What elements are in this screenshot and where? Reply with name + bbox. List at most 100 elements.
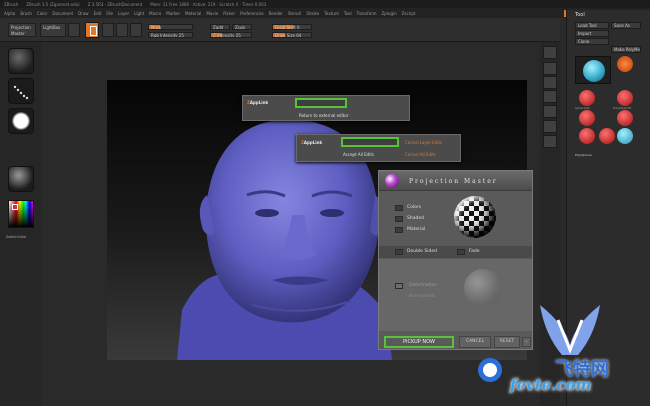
menu-document[interactable]: Document <box>52 11 73 16</box>
rotate-icon[interactable] <box>130 23 142 37</box>
import-button[interactable]: Import <box>575 30 609 37</box>
menu-preferences[interactable]: Preferences <box>240 11 264 16</box>
focal-shift-slider[interactable]: Focal Shift 0 <box>272 24 312 30</box>
title-info-1: ZBrush 3.5 (Zgarenet.edu) <box>26 1 80 7</box>
menu-bar: Alpha Brush Color Document Draw Edit Fil… <box>0 8 650 18</box>
cone3d-icon[interactable] <box>579 128 595 144</box>
save-as-button[interactable]: Save As <box>611 22 641 29</box>
polysphere-icon[interactable] <box>617 128 633 144</box>
sphere3d-icon[interactable] <box>579 90 595 106</box>
scale-view-icon[interactable] <box>543 120 557 133</box>
ring3d-icon[interactable] <box>599 128 615 144</box>
title-bar: ZBrush ZBrush 3.5 (Zgarenet.edu) Z 3.5R3… <box>0 0 650 8</box>
fade-checkbox[interactable] <box>457 249 465 255</box>
draw-mode-button[interactable] <box>85 22 99 38</box>
fade-label: Fade <box>469 249 480 254</box>
current-tool-thumbnail[interactable] <box>575 56 611 84</box>
cylinder3d-icon[interactable] <box>579 110 595 126</box>
menu-texture[interactable]: Texture <box>324 11 339 16</box>
return-external-button[interactable]: Return to external editor <box>299 113 348 118</box>
menu-macro[interactable]: Macro <box>149 11 161 16</box>
double-sided-label: Double Sided <box>407 249 437 254</box>
menu-file[interactable]: File <box>106 11 113 16</box>
menu-render[interactable]: Render <box>269 11 283 16</box>
sphere3d-label: Sphere3D <box>575 106 590 110</box>
draw-size-slider[interactable]: Draw Size 64 <box>272 32 312 38</box>
deformation-label: Deformation <box>409 283 438 288</box>
rgb-intensity-value[interactable]: Rgb Intensity 25 <box>148 32 193 38</box>
menu-movie[interactable]: Movie <box>206 11 218 16</box>
actual-size-icon[interactable] <box>543 76 557 89</box>
move-icon[interactable] <box>102 23 114 37</box>
accept-all-edits-button[interactable]: Accept All Edits <box>343 152 374 157</box>
menu-picker[interactable]: Picker <box>223 11 235 16</box>
external-editor-highlight <box>295 98 347 108</box>
menu-zplugin[interactable]: Zplugin <box>382 11 397 16</box>
projection-master-header: Projection Master <box>379 171 532 191</box>
quick-sketch-icon[interactable] <box>68 23 80 37</box>
cube3d-icon[interactable] <box>617 110 633 126</box>
material-selector-icon[interactable] <box>8 166 34 192</box>
material-label: Material <box>407 227 426 232</box>
frame-icon[interactable] <box>543 90 557 103</box>
rotate-view-icon[interactable] <box>543 135 557 148</box>
deformation-checkbox[interactable] <box>395 283 403 289</box>
clone-button[interactable]: Clone <box>575 38 609 45</box>
title-info-3: Mem: 11 Free 1866 · Active: 219 · Scratc… <box>150 1 267 7</box>
checker-sphere-preview <box>454 196 496 238</box>
menu-alpha[interactable]: Alpha <box>4 11 15 16</box>
menu-material[interactable]: Material <box>185 11 201 16</box>
colors-label: Colors <box>407 205 422 210</box>
switch-color-label[interactable]: SwitchColor <box>6 235 27 239</box>
menu-tool[interactable]: Tool <box>344 11 352 16</box>
current-tool-label: PolySphere <box>575 153 592 157</box>
menu-stencil[interactable]: Stencil <box>288 11 302 16</box>
menu-zscript[interactable]: Zscript <box>402 11 416 16</box>
projection-master-title: Projection Master <box>409 178 498 185</box>
menu-edit[interactable]: Edit <box>94 11 102 16</box>
menu-color[interactable]: Color <box>37 11 47 16</box>
shaded-checkbox[interactable] <box>395 216 403 222</box>
scroll-icon[interactable] <box>543 46 557 59</box>
cancel-all-edits-button[interactable]: Cancel All Edits <box>405 152 436 157</box>
menu-draw[interactable]: Draw <box>78 11 88 16</box>
material-checkbox[interactable] <box>395 227 403 233</box>
menu-stroke[interactable]: Stroke <box>306 11 319 16</box>
top-toolbar: Projection Master LightBox Mrgb Rgb Inte… <box>0 18 560 42</box>
edits-dialog: ZAppLink Cancel Layer Edits Accept All E… <box>296 134 461 162</box>
polymesh3d-label: PolyMesh3D <box>613 106 632 110</box>
zoom-icon[interactable] <box>543 62 557 75</box>
double-sided-checkbox[interactable] <box>395 249 403 255</box>
brush-selector-icon[interactable] <box>8 48 34 74</box>
left-shelf: SwitchColor <box>0 42 42 406</box>
app-name: ZBrush <box>4 1 19 7</box>
simplebrush-icon[interactable] <box>617 56 633 72</box>
secondary-color-swatch[interactable] <box>12 204 18 210</box>
menu-light[interactable]: Light <box>134 11 144 16</box>
watermark-text: fevte.com <box>510 376 592 394</box>
pickup-now-button[interactable]: PICKUP NOW <box>384 336 454 348</box>
menu-marker[interactable]: Marker <box>166 11 180 16</box>
zapplink-logo-2: ZAppLink <box>301 140 323 145</box>
menu-layer[interactable]: Layer <box>118 11 129 16</box>
menu-brush[interactable]: Brush <box>20 11 32 16</box>
menu-transform[interactable]: Transform <box>357 11 377 16</box>
zsub-button[interactable]: Zsub <box>232 24 252 30</box>
scale-icon[interactable] <box>116 23 128 37</box>
polymesh3d-icon[interactable] <box>617 90 633 106</box>
projection-master-logo-icon <box>385 174 399 188</box>
alpha-selector-icon[interactable] <box>8 108 34 134</box>
load-tool-button[interactable]: Load Tool <box>575 22 609 29</box>
projection-master-button[interactable]: Projection Master <box>8 23 36 37</box>
cancel-layer-edits-button[interactable]: Cancel Layer Edits <box>405 140 442 145</box>
tool-panel-title: Tool <box>575 12 585 18</box>
lightbox-button[interactable]: LightBox <box>40 23 66 37</box>
stroke-selector-icon[interactable] <box>8 78 34 104</box>
colors-checkbox[interactable] <box>395 205 403 211</box>
normalized-label: Normalized <box>409 294 435 299</box>
zadd-button[interactable]: Zadd <box>210 24 230 30</box>
make-polymesh-button[interactable]: Make PolyMesh3D <box>611 46 641 53</box>
rgb-intensity-slider[interactable]: Mrgb <box>148 24 193 30</box>
z-intensity-slider[interactable]: Z Intensity 25 <box>210 32 252 38</box>
move-view-icon[interactable] <box>543 105 557 118</box>
